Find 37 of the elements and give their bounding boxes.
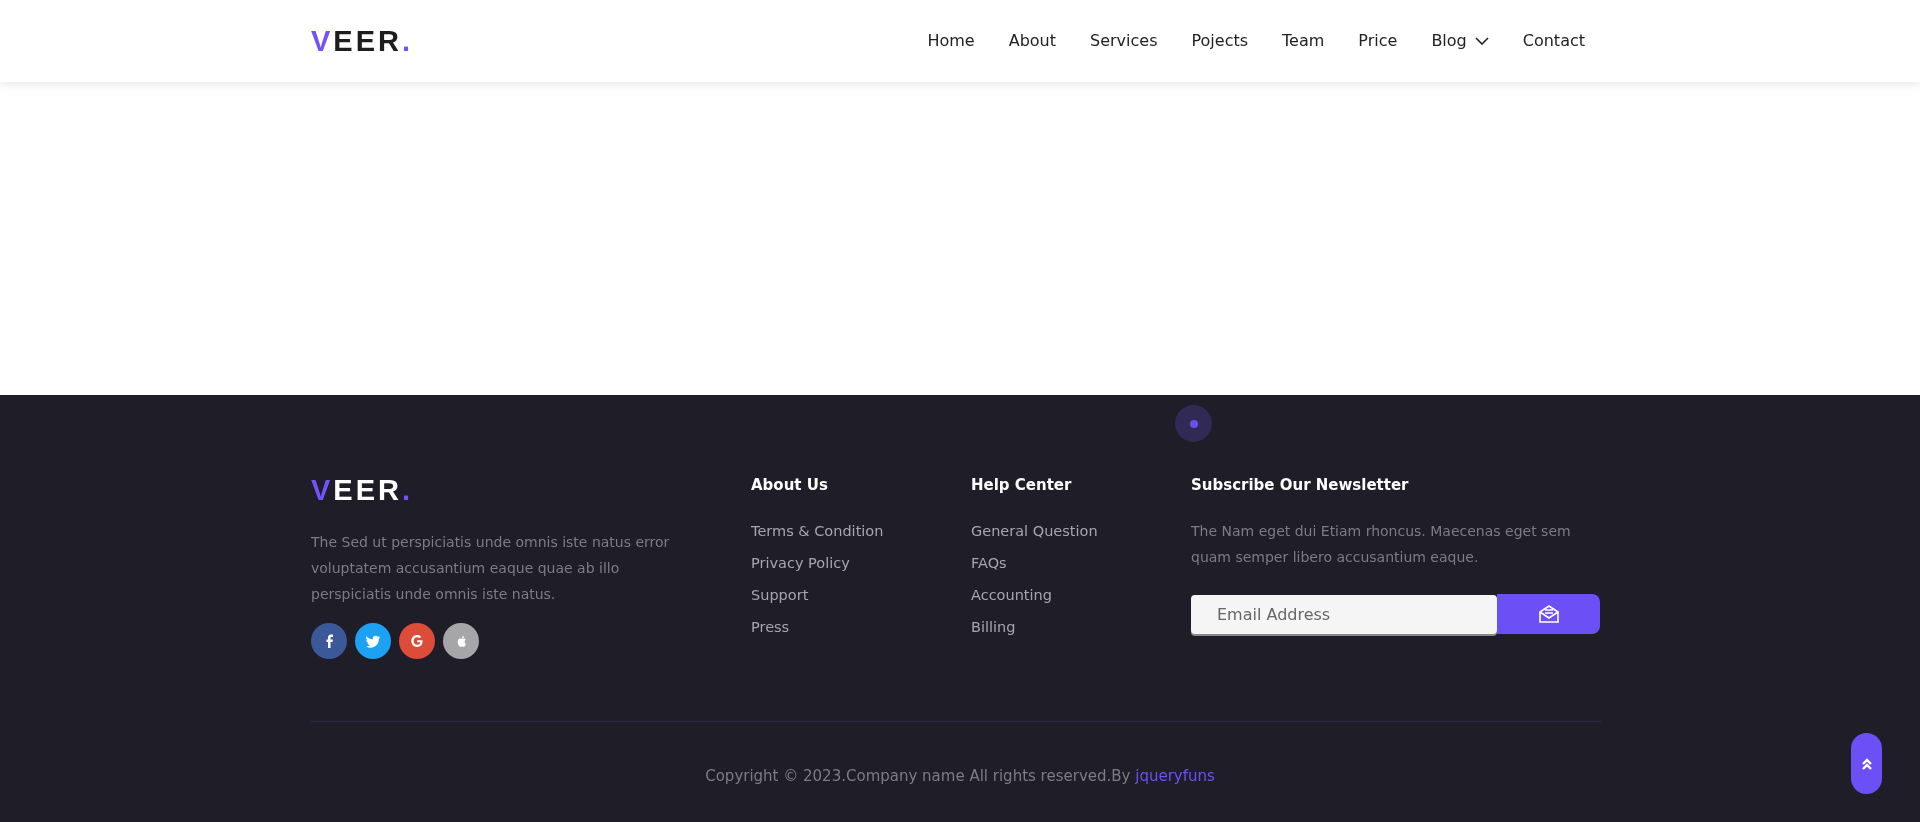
nav-link[interactable]: About xyxy=(1008,29,1056,53)
apple-link[interactable] xyxy=(443,623,479,659)
nav-link[interactable]: Blog xyxy=(1431,29,1489,53)
scroll-top-button[interactable] xyxy=(1851,733,1882,794)
nav-link[interactable]: Team xyxy=(1282,29,1325,53)
footer-link[interactable]: FAQs xyxy=(971,553,1191,573)
chevron-down-icon xyxy=(1474,37,1489,45)
footer-link[interactable]: Billing xyxy=(971,617,1191,637)
newsletter-heading: Subscribe Our Newsletter xyxy=(1191,476,1410,494)
footer-link[interactable]: Accounting xyxy=(971,585,1191,605)
facebook-link[interactable] xyxy=(311,623,347,659)
email-input[interactable]: Email Address xyxy=(1191,594,1497,634)
column-heading: Help Center xyxy=(971,476,1073,494)
twitter-link[interactable] xyxy=(355,623,391,659)
footer-link[interactable]: Support xyxy=(751,585,971,605)
column-heading: About Us xyxy=(751,476,829,494)
footer-link[interactable]: Press xyxy=(751,617,971,637)
footer-link[interactable]: Terms & Condition xyxy=(751,521,971,541)
copyright-text: Copyright © 2023.Company name All rights reserved.By jqueryfuns xyxy=(705,767,1215,785)
newsletter-text: The Nam eget dui Etiam rhoncus. Maecenas eget sem quam semper libero accusantium eaque. xyxy=(1191,522,1572,567)
nav-link[interactable]: Contact xyxy=(1522,29,1585,53)
twitter-icon xyxy=(365,633,381,649)
logo[interactable]: VEER. xyxy=(311,476,414,505)
nav-link[interactable]: Services xyxy=(1090,29,1158,53)
subscribe-button[interactable] xyxy=(1497,594,1600,634)
google-icon xyxy=(409,633,425,649)
footer-link[interactable]: Privacy Policy xyxy=(751,553,971,573)
logo[interactable]: VEER. xyxy=(311,26,414,56)
nav-link[interactable]: Pojects xyxy=(1191,29,1249,53)
envelope-icon xyxy=(1537,603,1560,625)
nav-link[interactable]: Price xyxy=(1358,29,1398,53)
nav-link[interactable]: Home xyxy=(927,29,975,53)
dot-decoration-icon xyxy=(1175,405,1212,442)
google-link[interactable] xyxy=(399,623,435,659)
footer-link[interactable]: General Question xyxy=(971,521,1191,541)
double-chevron-up-icon xyxy=(1860,756,1873,771)
about-text: The Sed ut perspiciatis unde omnis iste natus error voluptatem accusantium eaque quae ab illo perspiciatis unde omnis iste natus. xyxy=(311,533,671,604)
